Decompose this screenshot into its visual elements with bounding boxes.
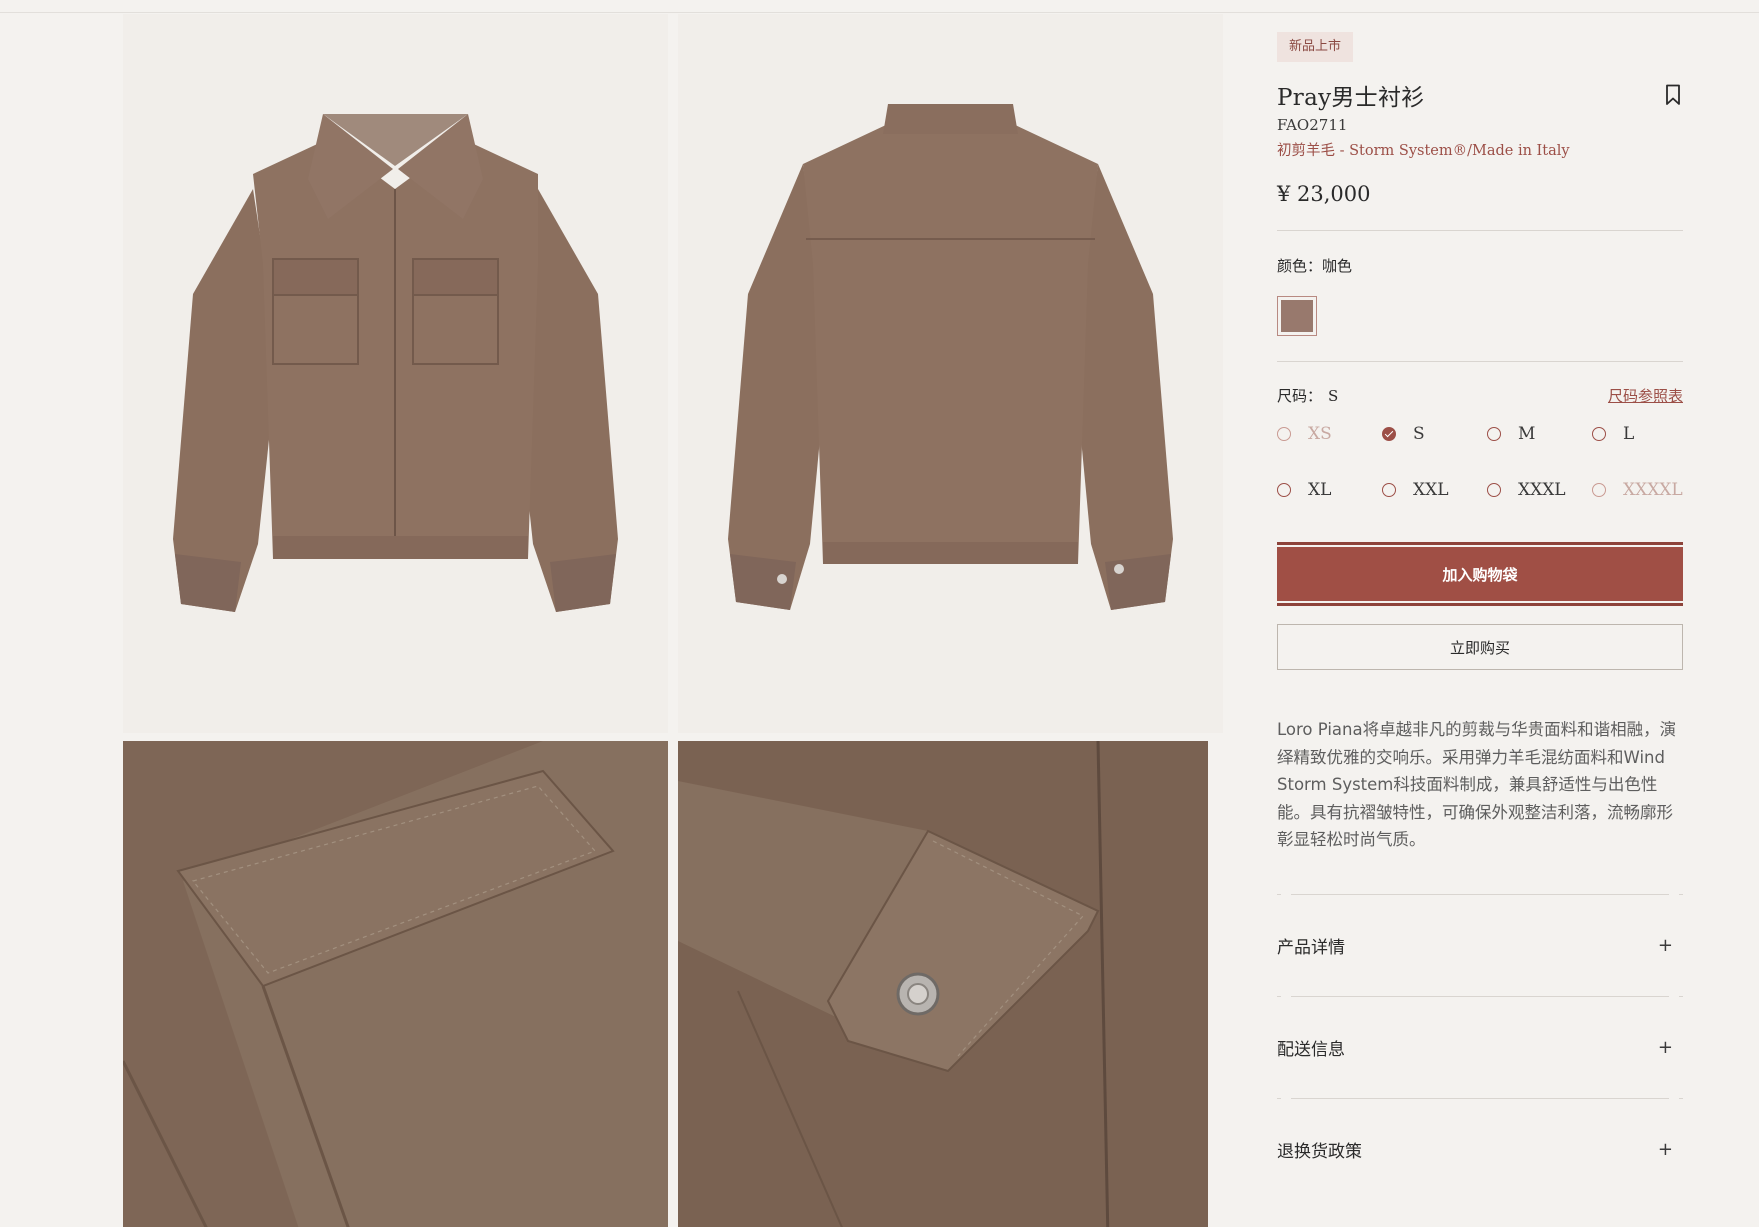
cuff-detail-image bbox=[678, 741, 1208, 1227]
product-image-front[interactable] bbox=[123, 14, 668, 733]
pocket-detail-image bbox=[123, 741, 668, 1227]
product-image-back[interactable] bbox=[678, 14, 1223, 733]
size-label: 尺码： S bbox=[1277, 385, 1338, 406]
new-arrival-badge: 新品上市 bbox=[1277, 32, 1354, 62]
jacket-back-image bbox=[678, 14, 1223, 733]
size-selected-value: S bbox=[1328, 387, 1339, 405]
size-option[interactable]: XL bbox=[1277, 480, 1382, 500]
add-to-bag-button[interactable]: 加入购物袋 bbox=[1277, 542, 1683, 606]
plus-icon: + bbox=[1657, 1138, 1673, 1160]
divider bbox=[1277, 361, 1683, 362]
size-options: XS S M L XL XXL XXXL XXXXL bbox=[1277, 424, 1683, 500]
size-option-label: XXXL bbox=[1518, 480, 1566, 500]
size-option-label: L bbox=[1623, 424, 1635, 444]
size-option-label: XXL bbox=[1413, 480, 1449, 500]
product-material: 初剪羊毛 - Storm System®/Made in Italy bbox=[1277, 143, 1570, 159]
size-option[interactable]: S bbox=[1382, 424, 1487, 444]
product-gallery bbox=[123, 14, 1223, 1227]
accordion-divider bbox=[1277, 1097, 1683, 1099]
accordion-label: 配送信息 bbox=[1277, 1039, 1345, 1060]
radio-icon bbox=[1592, 483, 1606, 497]
color-swatch-fill bbox=[1281, 300, 1313, 332]
radio-icon bbox=[1382, 483, 1396, 497]
accordion-return-policy[interactable]: 退换货政策 + bbox=[1277, 1099, 1683, 1200]
accordion-divider bbox=[1277, 893, 1683, 895]
plus-icon: + bbox=[1657, 934, 1673, 956]
size-option-label: XXXXL bbox=[1623, 480, 1683, 500]
size-label-text: 尺码： bbox=[1277, 387, 1323, 405]
size-option[interactable]: XXL bbox=[1382, 480, 1487, 500]
size-option[interactable]: XXXL bbox=[1487, 480, 1592, 500]
size-option[interactable]: XXXXL bbox=[1592, 480, 1697, 500]
accordion-product-details[interactable]: 产品详情 + bbox=[1277, 895, 1683, 996]
title-row: Pray男士衬衫 bbox=[1277, 78, 1683, 112]
size-option-label: M bbox=[1518, 424, 1536, 444]
radio-icon bbox=[1277, 483, 1291, 497]
size-option-label: S bbox=[1413, 424, 1425, 444]
color-label: 颜色：咖色 bbox=[1277, 257, 1353, 275]
accordion-label: 产品详情 bbox=[1277, 937, 1345, 958]
product-title: Pray男士衬衫 bbox=[1277, 85, 1425, 111]
size-option-label: XS bbox=[1308, 424, 1332, 444]
radio-icon bbox=[1277, 427, 1291, 441]
accordion-shipping-info[interactable]: 配送信息 + bbox=[1277, 997, 1683, 1098]
color-swatch[interactable] bbox=[1277, 296, 1317, 336]
radio-icon bbox=[1382, 427, 1396, 441]
info-accordion: 产品详情 + 配送信息 + 退换货政策 + bbox=[1277, 893, 1683, 1200]
plus-icon: + bbox=[1657, 1036, 1673, 1058]
product-info-panel: 新品上市 Pray男士衬衫 FAO2711 初剪羊毛 - Storm Syste… bbox=[1277, 32, 1683, 1200]
size-option[interactable]: L bbox=[1592, 424, 1697, 444]
product-image-pocket-detail[interactable] bbox=[123, 741, 668, 1227]
accordion-label: 退换货政策 bbox=[1277, 1141, 1362, 1162]
buy-now-button[interactable]: 立即购买 bbox=[1277, 624, 1683, 670]
size-option[interactable]: M bbox=[1487, 424, 1592, 444]
product-price: ¥ 23,000 bbox=[1277, 182, 1371, 206]
top-divider bbox=[0, 12, 1759, 13]
radio-icon bbox=[1487, 483, 1501, 497]
product-sku: FAO2711 bbox=[1277, 116, 1348, 134]
size-option[interactable]: XS bbox=[1277, 424, 1382, 444]
size-chart-link[interactable]: 尺码参照表 bbox=[1608, 385, 1683, 406]
accordion-divider bbox=[1277, 995, 1683, 997]
jacket-front-image bbox=[123, 14, 668, 733]
product-image-cuff-detail[interactable] bbox=[678, 741, 1208, 1227]
size-option-label: XL bbox=[1308, 480, 1332, 500]
bookmark-icon[interactable] bbox=[1665, 84, 1681, 106]
divider bbox=[1277, 230, 1683, 231]
radio-icon bbox=[1487, 427, 1501, 441]
size-header: 尺码： S 尺码参照表 bbox=[1277, 385, 1683, 406]
radio-icon bbox=[1592, 427, 1606, 441]
product-description: Loro Piana将卓越非凡的剪裁与华贵面料和谐相融，演绎精致优雅的交响乐。采… bbox=[1277, 720, 1677, 849]
